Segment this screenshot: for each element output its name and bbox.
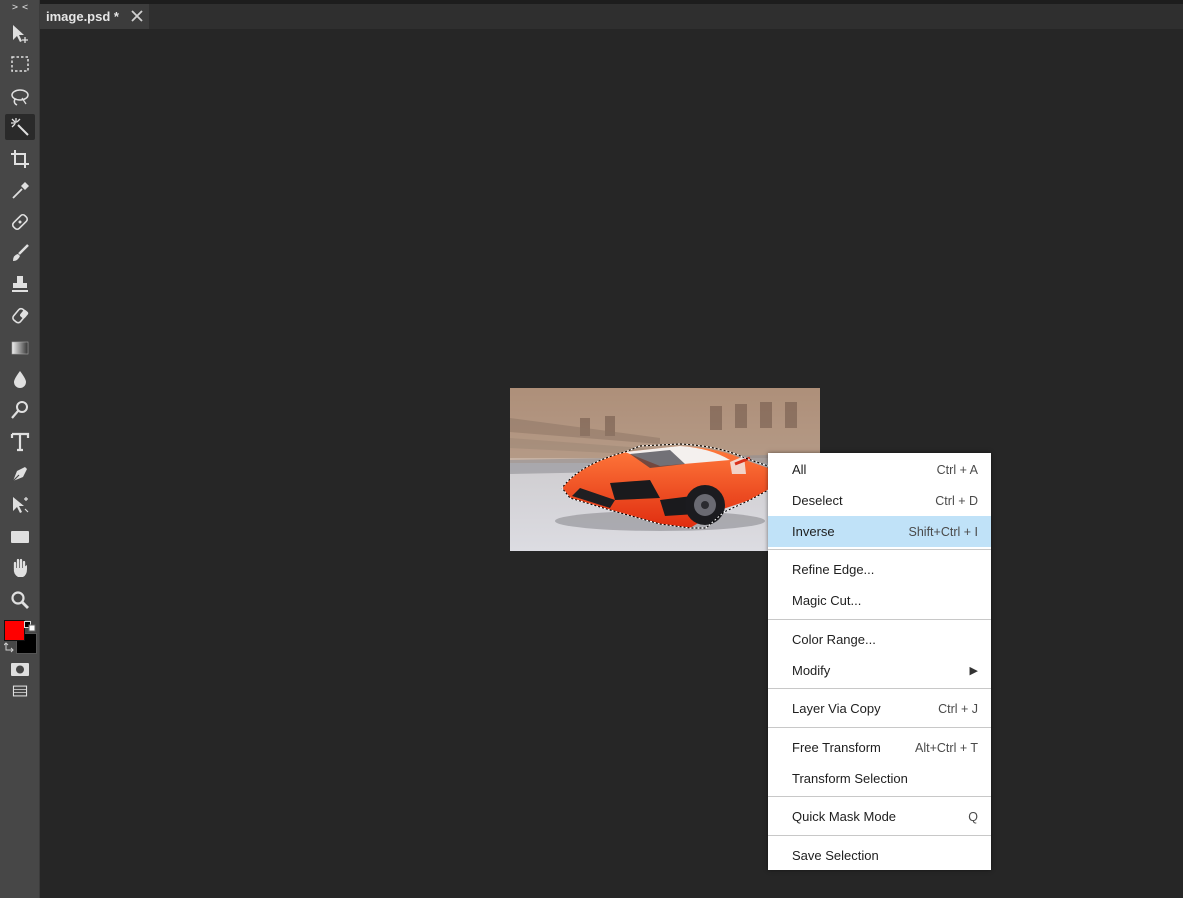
text-tool[interactable] xyxy=(5,429,35,455)
menu-item-shortcut: Alt+Ctrl + T xyxy=(915,740,978,755)
lasso-tool[interactable] xyxy=(5,84,35,110)
menu-item-free-transform[interactable]: Free Transform Alt+Ctrl + T xyxy=(768,732,991,763)
dodge-tool[interactable] xyxy=(5,397,35,423)
magic-wand-tool[interactable] xyxy=(5,114,35,140)
menu-item-shortcut: Ctrl + D xyxy=(935,493,978,508)
menu-item-shortcut: Ctrl + A xyxy=(936,462,978,477)
menu-item-label: Magic Cut... xyxy=(792,593,862,608)
default-colors-icon[interactable] xyxy=(24,621,36,632)
menu-item-label: Refine Edge... xyxy=(792,562,875,577)
menu-separator xyxy=(768,835,991,836)
menu-separator xyxy=(768,619,991,620)
marquee-tool[interactable] xyxy=(5,51,35,77)
eyedropper-icon xyxy=(12,182,29,199)
path-select-tool[interactable] xyxy=(5,492,35,518)
path-select-icon xyxy=(13,497,29,513)
menu-item-all[interactable]: All Ctrl + A xyxy=(768,454,991,485)
close-icon[interactable] xyxy=(131,10,143,22)
tab-title: image.psd * xyxy=(46,9,119,24)
menu-item-label: Save Selection xyxy=(792,848,879,863)
menu-item-save-selection[interactable]: Save Selection xyxy=(768,840,991,871)
gradient-icon xyxy=(11,341,29,355)
pen-icon xyxy=(12,467,27,482)
zoom-icon xyxy=(11,591,29,609)
stamp-icon xyxy=(12,276,28,292)
screen-mode-icon xyxy=(12,685,28,697)
menu-item-label: Color Range... xyxy=(792,632,876,647)
menu-item-label: Inverse xyxy=(792,524,835,539)
lasso-icon xyxy=(11,89,29,106)
quick-mask-icon xyxy=(11,663,29,676)
menu-item-shortcut: Shift+Ctrl + I xyxy=(908,524,978,539)
crop-icon xyxy=(11,150,29,168)
menu-item-magic-cut[interactable]: Magic Cut... xyxy=(768,585,991,616)
brush-tool[interactable] xyxy=(5,240,35,266)
hand-icon xyxy=(13,558,27,577)
screen-mode-button[interactable] xyxy=(5,681,35,701)
menu-item-label: Free Transform xyxy=(792,740,881,755)
menu-item-inverse[interactable]: Inverse Shift+Ctrl + I xyxy=(768,516,991,547)
eraser-tool[interactable] xyxy=(5,303,35,329)
pen-tool[interactable] xyxy=(5,461,35,487)
tools-panel: > < xyxy=(0,0,40,898)
gradient-tool[interactable] xyxy=(5,335,35,361)
blur-tool[interactable] xyxy=(5,366,35,392)
move-icon xyxy=(13,25,28,43)
menu-item-label: Quick Mask Mode xyxy=(792,809,897,824)
menu-item-label: Modify xyxy=(792,663,831,678)
menu-item-color-range[interactable]: Color Range... xyxy=(768,624,991,655)
eyedropper-tool[interactable] xyxy=(5,178,35,204)
menu-separator xyxy=(768,796,991,797)
menu-item-quick-mask-mode[interactable]: Quick Mask Mode Q xyxy=(768,801,991,832)
brush-icon xyxy=(13,244,29,261)
rectangle-icon xyxy=(11,531,29,543)
menu-item-label: Deselect xyxy=(792,493,843,508)
menu-item-refine-edge[interactable]: Refine Edge... xyxy=(768,554,991,585)
text-icon xyxy=(10,432,30,452)
move-tool[interactable] xyxy=(5,21,35,47)
menu-separator xyxy=(768,727,991,728)
menu-item-shortcut: Q xyxy=(968,809,978,824)
eraser-icon xyxy=(12,307,29,324)
zoom-tool[interactable] xyxy=(5,587,35,613)
dodge-icon xyxy=(11,401,28,419)
marquee-icon xyxy=(11,56,29,72)
menu-item-shortcut: Ctrl + J xyxy=(938,701,978,716)
foreground-color-swatch[interactable] xyxy=(4,620,25,641)
healing-icon xyxy=(11,213,29,231)
blur-icon xyxy=(14,371,26,388)
collapse-toggle[interactable]: > < xyxy=(0,2,39,14)
quick-mask-button[interactable] xyxy=(5,656,35,682)
menu-item-deselect[interactable]: Deselect Ctrl + D xyxy=(768,485,991,516)
menu-separator xyxy=(768,688,991,689)
stamp-tool[interactable] xyxy=(5,271,35,297)
rectangle-tool[interactable] xyxy=(5,524,35,550)
menu-item-label: All xyxy=(792,462,807,477)
submenu-arrow-icon: ▶ xyxy=(969,665,978,677)
hand-tool[interactable] xyxy=(5,555,35,581)
menu-item-layer-via-copy[interactable]: Layer Via Copy Ctrl + J xyxy=(768,693,991,724)
healing-tool[interactable] xyxy=(5,209,35,235)
menu-item-transform-selection[interactable]: Transform Selection xyxy=(768,763,991,794)
document-tabs: image.psd * xyxy=(40,4,1183,29)
menu-item-label: Transform Selection xyxy=(792,771,908,786)
menu-separator xyxy=(768,549,991,550)
menu-item-modify[interactable]: Modify ▶ xyxy=(768,655,991,686)
swap-colors-icon[interactable] xyxy=(4,641,16,653)
crop-tool[interactable] xyxy=(5,146,35,172)
magic-wand-icon xyxy=(11,118,29,136)
tab-image-psd[interactable]: image.psd * xyxy=(40,4,149,29)
menu-item-label: Layer Via Copy xyxy=(792,701,881,716)
select-context-menu: All Ctrl + A Deselect Ctrl + D Inverse S… xyxy=(768,453,991,870)
